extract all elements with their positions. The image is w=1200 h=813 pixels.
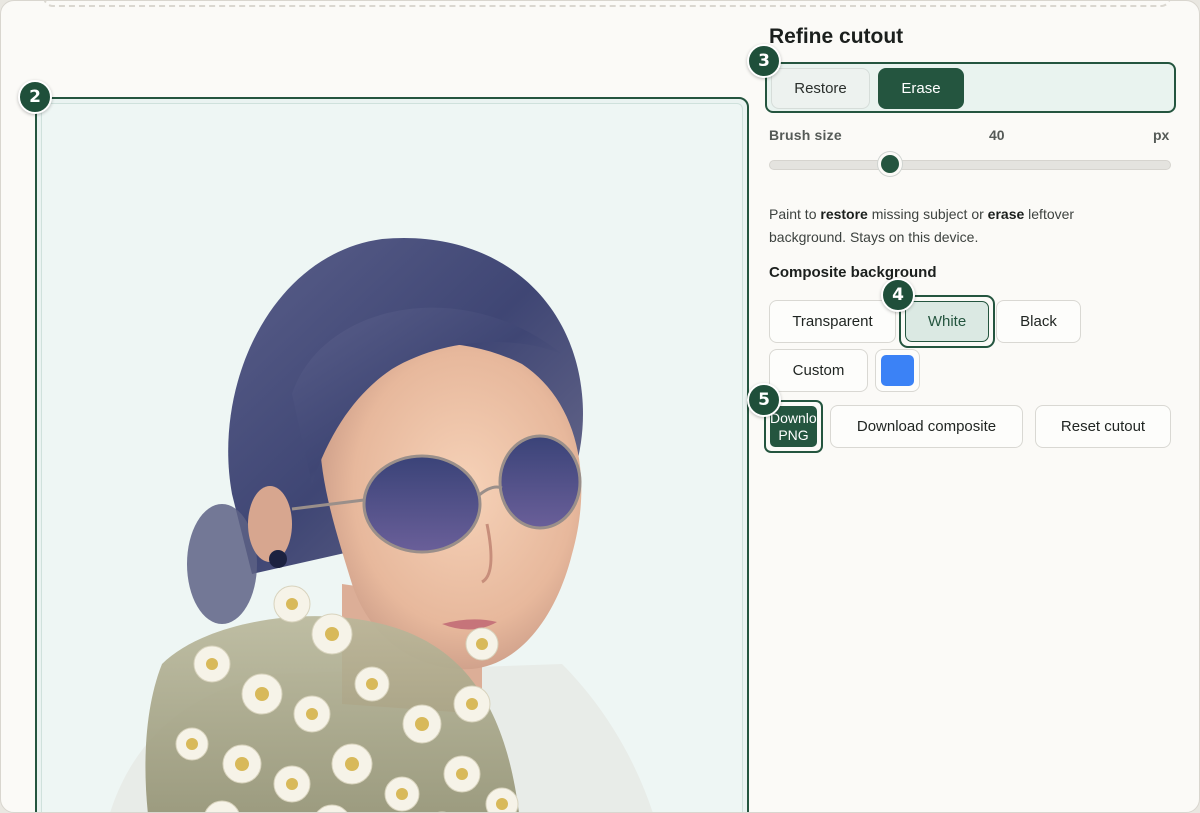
bg-transparent-button[interactable]: Transparent [769, 300, 896, 343]
custom-color-swatch [881, 355, 914, 386]
erase-mode-button[interactable]: Erase [878, 68, 964, 109]
brush-size-label: Brush size [769, 127, 842, 143]
brush-size-slider[interactable] [769, 160, 1171, 170]
step-badge-canvas: 2 [18, 80, 52, 114]
help-restore-word: restore [820, 206, 868, 222]
help-erase-word: erase [987, 206, 1025, 222]
composite-background-label: Composite background [769, 264, 937, 281]
restore-mode-button[interactable]: Restore [771, 68, 870, 109]
canvas-image-area[interactable] [41, 103, 743, 812]
app-window: 2 Refine cutout Restore Erase 3 Brush si… [0, 0, 1200, 813]
upload-dropzone-edge [43, 1, 1171, 7]
step-badge-download: 5 [747, 383, 781, 417]
help-text: Paint to restore missing subject or eras… [769, 206, 1075, 245]
bg-custom-button[interactable]: Custom [769, 349, 868, 392]
custom-color-picker[interactable] [875, 349, 920, 392]
brush-size-unit: px [1153, 127, 1170, 143]
download-composite-button[interactable]: Download composite [830, 405, 1023, 448]
step-badge-modes: 3 [747, 44, 781, 78]
brush-size-slider-thumb[interactable] [877, 152, 902, 176]
brush-mode-toggle: Restore Erase [765, 62, 1176, 113]
brush-size-value: 40 [989, 127, 1005, 143]
bg-black-button[interactable]: Black [996, 300, 1081, 343]
reset-cutout-button[interactable]: Reset cutout [1035, 405, 1171, 448]
download-png-button[interactable]: Download PNG [770, 406, 817, 447]
panel-title: Refine cutout [769, 25, 904, 48]
bg-white-button[interactable]: White [905, 301, 989, 342]
step-badge-white: 4 [881, 278, 915, 312]
cutout-photo [110, 237, 653, 812]
cutout-canvas[interactable] [35, 97, 749, 812]
bg-white-highlight: White [899, 295, 995, 348]
